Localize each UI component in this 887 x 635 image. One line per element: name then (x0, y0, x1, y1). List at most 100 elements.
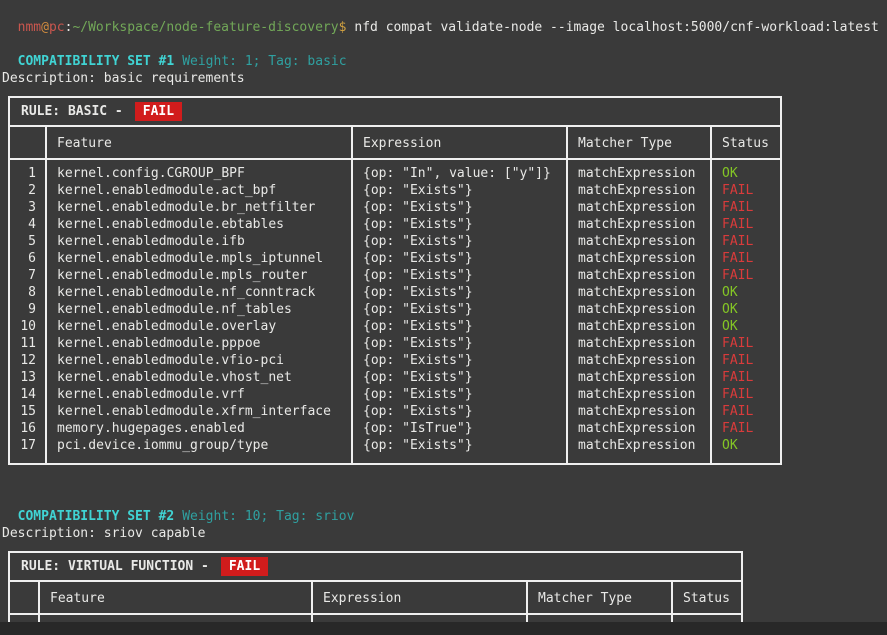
row-number-cell: 10 (10, 318, 45, 335)
prompt-host: pc (49, 20, 65, 35)
prompt-dollar: $ (339, 20, 347, 35)
feature-cell: kernel.enabledmodule.nf_conntrack (45, 284, 351, 301)
set-1-title: COMPATIBILITY SET #1 (18, 54, 175, 69)
feature-cell: kernel.enabledmodule.act_bpf (45, 182, 351, 199)
matcher-type-cell: matchExpression (566, 437, 710, 454)
rule-status-badge: FAIL (135, 102, 182, 121)
status-cell: FAIL (710, 335, 780, 352)
feature-cell: kernel.enabledmodule.mpls_router (45, 267, 351, 284)
matcher-type-cell: matchExpression (566, 403, 710, 420)
set-2-meta: Weight: 10; Tag: sriov (182, 509, 354, 524)
rule-header-virtual-function: RULE: VIRTUAL FUNCTION - FAIL (10, 553, 741, 582)
matcher-type-cell: matchExpression (566, 284, 710, 301)
status-cell: FAIL (710, 199, 780, 216)
expression-cell: {op: "Exists"} (351, 233, 566, 250)
column-divider (566, 160, 568, 463)
column-divider (566, 127, 568, 158)
column-divider (671, 582, 673, 613)
status-cell: FAIL (710, 250, 780, 267)
expression-cell: {op: "Exists"} (351, 318, 566, 335)
row-number-column-header (10, 127, 45, 158)
table-row: 2kernel.enabledmodule.act_bpf{op: "Exist… (10, 182, 780, 199)
matcher-type-cell: matchExpression (566, 335, 710, 352)
status-column-header: Status (710, 127, 780, 158)
column-divider (38, 582, 40, 613)
table-row: 10kernel.enabledmodule.overlay{op: "Exis… (10, 318, 780, 335)
row-number-cell: 2 (10, 182, 45, 199)
status-cell: OK (710, 318, 780, 335)
row-number-cell: 15 (10, 403, 45, 420)
table-row: 12kernel.enabledmodule.vfio-pci{op: "Exi… (10, 352, 780, 369)
feature-cell: kernel.enabledmodule.ebtables (45, 216, 351, 233)
expression-cell: {op: "Exists"} (351, 199, 566, 216)
table-row: 1kernel.config.CGROUP_BPF{op: "In", valu… (10, 165, 780, 182)
row-number-column-header (10, 582, 38, 613)
column-divider (710, 127, 712, 158)
status-cell: OK (710, 301, 780, 318)
feature-cell: kernel.enabledmodule.vhost_net (45, 369, 351, 386)
set-1-meta: Weight: 1; Tag: basic (182, 54, 346, 69)
window-bottom-edge (0, 622, 887, 635)
feature-cell: memory.hugepages.enabled (45, 420, 351, 437)
compat-set-2-heading: COMPATIBILITY SET #2Weight: 10; Tag: sri… (2, 491, 887, 525)
expression-column-header: Expression (311, 582, 526, 613)
set-1-description: Description: basic requirements (2, 70, 887, 87)
status-cell: FAIL (710, 369, 780, 386)
matcher-type-cell: matchExpression (566, 369, 710, 386)
status-cell: FAIL (710, 267, 780, 284)
column-divider (45, 127, 47, 158)
expression-cell: {op: "Exists"} (351, 301, 566, 318)
matcher-type-cell: matchExpression (566, 216, 710, 233)
status-cell: OK (710, 284, 780, 301)
matcher-type-cell: matchExpression (566, 267, 710, 284)
matcher-type-cell: matchExpression (566, 233, 710, 250)
shell-prompt-line: nmm@pc:~/Workspace/node-feature-discover… (2, 2, 887, 36)
expression-cell: {op: "Exists"} (351, 335, 566, 352)
table-row: 3kernel.enabledmodule.br_netfilter{op: "… (10, 199, 780, 216)
matcher-type-column-header: Matcher Type (566, 127, 710, 158)
status-cell: FAIL (710, 233, 780, 250)
feature-cell: kernel.enabledmodule.xfrm_interface (45, 403, 351, 420)
matcher-type-column-header: Matcher Type (526, 582, 671, 613)
row-number-cell: 13 (10, 369, 45, 386)
prompt-user: nmm (18, 20, 41, 35)
expression-cell: {op: "Exists"} (351, 267, 566, 284)
row-number-cell: 7 (10, 267, 45, 284)
row-number-cell: 12 (10, 352, 45, 369)
column-divider (351, 127, 353, 158)
row-number-cell: 1 (10, 165, 45, 182)
row-number-cell: 4 (10, 216, 45, 233)
row-number-cell: 8 (10, 284, 45, 301)
status-cell: FAIL (710, 386, 780, 403)
feature-cell: pci.device.iommu_group/type (45, 437, 351, 454)
terminal-window[interactable]: { "terminal": { "prompt": { "user": "nmm… (0, 0, 887, 635)
table-row: 5kernel.enabledmodule.ifb{op: "Exists"}m… (10, 233, 780, 250)
row-number-cell: 9 (10, 301, 45, 318)
column-header-row: Feature Expression Matcher Type Status (10, 582, 741, 615)
feature-cell: kernel.enabledmodule.br_netfilter (45, 199, 351, 216)
table-row: 13kernel.enabledmodule.vhost_net{op: "Ex… (10, 369, 780, 386)
row-number-cell: 17 (10, 437, 45, 454)
matcher-type-cell: matchExpression (566, 420, 710, 437)
expression-column-header: Expression (351, 127, 566, 158)
feature-cell: kernel.enabledmodule.nf_tables (45, 301, 351, 318)
matcher-type-cell: matchExpression (566, 182, 710, 199)
expression-cell: {op: "In", value: ["y"]} (351, 165, 566, 182)
expression-cell: {op: "IsTrue"} (351, 420, 566, 437)
rule-table-basic: RULE: BASIC - FAIL Feature Expression Ma… (8, 96, 782, 465)
rule-label: RULE: VIRTUAL FUNCTION - (21, 558, 209, 575)
matcher-type-cell: matchExpression (566, 352, 710, 369)
matcher-type-cell: matchExpression (566, 386, 710, 403)
table-body: 1kernel.config.CGROUP_BPF{op: "In", valu… (10, 160, 780, 463)
table-row: 17pci.device.iommu_group/type{op: "Exist… (10, 437, 780, 454)
command-text: nfd compat validate-node --image localho… (354, 20, 878, 35)
prompt-path: ~/Workspace/node-feature-discovery (72, 20, 338, 35)
compat-set-1-heading: COMPATIBILITY SET #1 Weight: 1; Tag: basi… (2, 36, 887, 70)
matcher-type-cell: matchExpression (566, 199, 710, 216)
expression-cell: {op: "Exists"} (351, 182, 566, 199)
expression-cell: {op: "Exists"} (351, 352, 566, 369)
column-divider (710, 160, 712, 463)
matcher-type-cell: matchExpression (566, 301, 710, 318)
row-number-cell: 11 (10, 335, 45, 352)
column-header-row: Feature Expression Matcher Type Status (10, 127, 780, 160)
